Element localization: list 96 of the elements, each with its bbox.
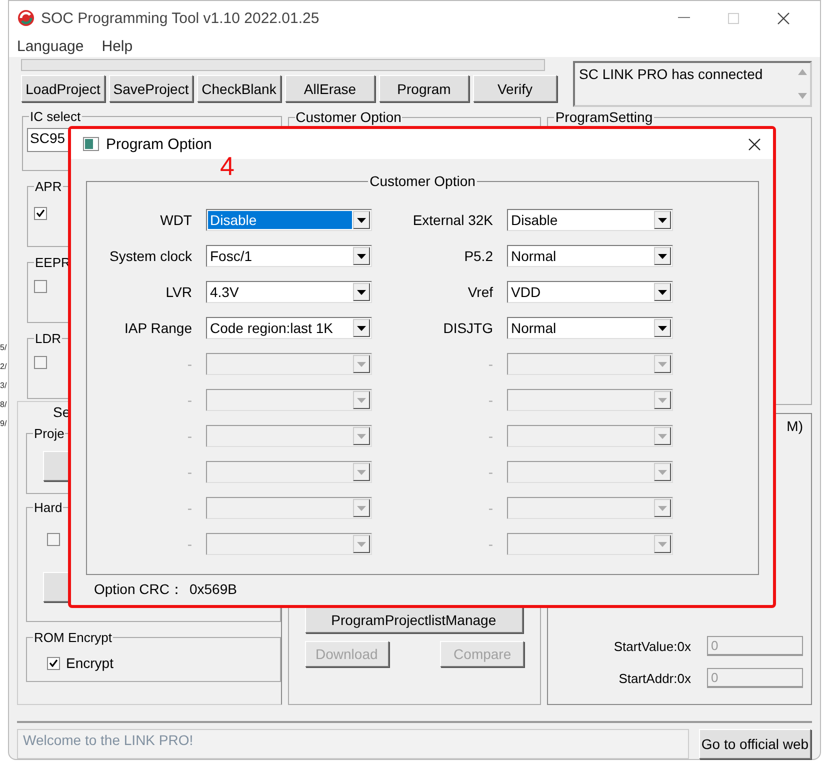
checkbox[interactable] <box>34 280 47 293</box>
dialog-title: Program Option <box>106 136 212 152</box>
caret-icon <box>357 470 366 474</box>
caret-icon <box>658 542 667 546</box>
group-label: IC select <box>29 109 82 124</box>
option-label: LVR <box>164 284 193 300</box>
dropdown[interactable]: Code region:last 1K <box>206 317 372 339</box>
crc-label: Option CRC： <box>94 581 184 599</box>
caret-icon <box>658 398 667 402</box>
option-label: System clock <box>108 248 193 264</box>
menu-item[interactable]: Help <box>102 38 133 55</box>
caret-icon <box>357 254 366 258</box>
option-label: IAP Range <box>124 320 193 336</box>
project-list-button[interactable]: ProgramProjectlistManage <box>304 606 523 633</box>
background-text-fragment: 5/ <box>0 342 8 354</box>
caret-icon <box>357 542 366 546</box>
option-label: DISJTG <box>442 320 494 336</box>
caret-icon <box>357 218 366 222</box>
caret-icon <box>357 290 366 294</box>
toolbar-button[interactable]: Program <box>379 75 469 102</box>
option-label: - <box>186 500 193 516</box>
option-label: - <box>487 392 494 408</box>
option-label: - <box>186 536 193 552</box>
crc-value: 0x569B <box>189 581 237 599</box>
panel-tab[interactable]: M) <box>786 418 803 434</box>
option-label: - <box>186 392 193 408</box>
group-label: Hard <box>33 500 64 515</box>
scroll-up-icon[interactable] <box>798 69 806 75</box>
background-text-fragment: 9/ <box>0 418 8 430</box>
close-icon[interactable] <box>777 12 790 25</box>
background-text-fragment: 3/ <box>0 380 8 392</box>
option-label: - <box>186 428 193 444</box>
caret-icon <box>658 254 667 258</box>
logo-icon <box>17 9 35 28</box>
caret-icon <box>658 434 667 438</box>
background-text-fragment: 2/ <box>0 361 8 373</box>
background-text-fragment: 8/ <box>0 399 8 411</box>
option-label: - <box>487 500 494 516</box>
status-message-field: Welcome to the LINK PRO! <box>17 729 689 759</box>
option-label: - <box>487 428 494 444</box>
toolbar-button[interactable]: SaveProject <box>109 75 193 102</box>
dropdown[interactable]: Fosc/1 <box>206 245 372 267</box>
caret-icon <box>357 362 366 366</box>
option-label: External 32K <box>412 212 494 228</box>
checkbox-label: Encrypt <box>66 655 114 671</box>
annotation-number: 4 <box>220 151 234 182</box>
menu-item[interactable]: Language <box>17 38 84 55</box>
official-web-button[interactable]: Go to official web <box>699 729 811 759</box>
toolbar-button[interactable]: LoadProject <box>21 75 105 102</box>
option-label: - <box>487 464 494 480</box>
caret-icon <box>658 470 667 474</box>
option-label: WDT <box>159 212 193 228</box>
caret-icon <box>357 326 366 330</box>
group-label: APR <box>34 179 63 194</box>
minimize-icon[interactable] <box>678 17 690 20</box>
option-label: - <box>487 356 494 372</box>
group-label: ROM Encrypt <box>33 630 114 645</box>
log-text: SC LINK PRO has connected <box>578 65 764 84</box>
option-label: P5.2 <box>463 248 494 264</box>
dropdown[interactable]: Normal <box>507 317 673 339</box>
group-label: Customer Option <box>368 173 476 189</box>
dropdown[interactable]: Normal <box>507 245 673 267</box>
group-label: LDR <box>34 331 62 346</box>
window-icon <box>83 137 99 151</box>
field-label: StartValue:0x <box>614 638 691 654</box>
checkbox[interactable] <box>34 206 47 220</box>
option-label: - <box>186 356 193 372</box>
group-label: Customer Option <box>294 109 402 125</box>
close-icon[interactable] <box>748 138 761 150</box>
checkbox[interactable] <box>47 533 60 546</box>
dropdown[interactable]: 4.3V <box>206 281 372 303</box>
field-label: StartAddr:0x <box>618 670 691 686</box>
caret-icon <box>658 362 667 366</box>
caret-icon <box>357 506 366 510</box>
dropdown[interactable]: Disable <box>507 209 673 231</box>
window-title: SOC Programming Tool v1.10 2022.01.25 <box>41 10 320 27</box>
toolbar-button[interactable]: CheckBlank <box>197 75 281 102</box>
toolbar-button[interactable]: AllErase <box>285 75 375 102</box>
option-label: - <box>487 536 494 552</box>
group-label: Proje <box>33 426 66 441</box>
toolbar-button[interactable]: Verify <box>473 75 557 102</box>
caret-icon <box>658 326 667 330</box>
scroll-down-icon[interactable] <box>798 93 806 99</box>
dropdown[interactable]: Disable <box>206 209 372 231</box>
caret-icon <box>357 434 366 438</box>
checkbox[interactable] <box>47 656 60 670</box>
option-label: - <box>186 464 193 480</box>
caret-icon <box>658 506 667 510</box>
group-label: ProgramSetting <box>554 109 654 125</box>
maximize-icon[interactable] <box>728 12 739 24</box>
caret-icon <box>658 290 667 294</box>
caret-icon <box>658 218 667 222</box>
dropdown[interactable]: VDD <box>507 281 673 303</box>
option-label: Vref <box>466 284 494 300</box>
checkbox[interactable] <box>34 356 47 369</box>
caret-icon <box>357 398 366 402</box>
